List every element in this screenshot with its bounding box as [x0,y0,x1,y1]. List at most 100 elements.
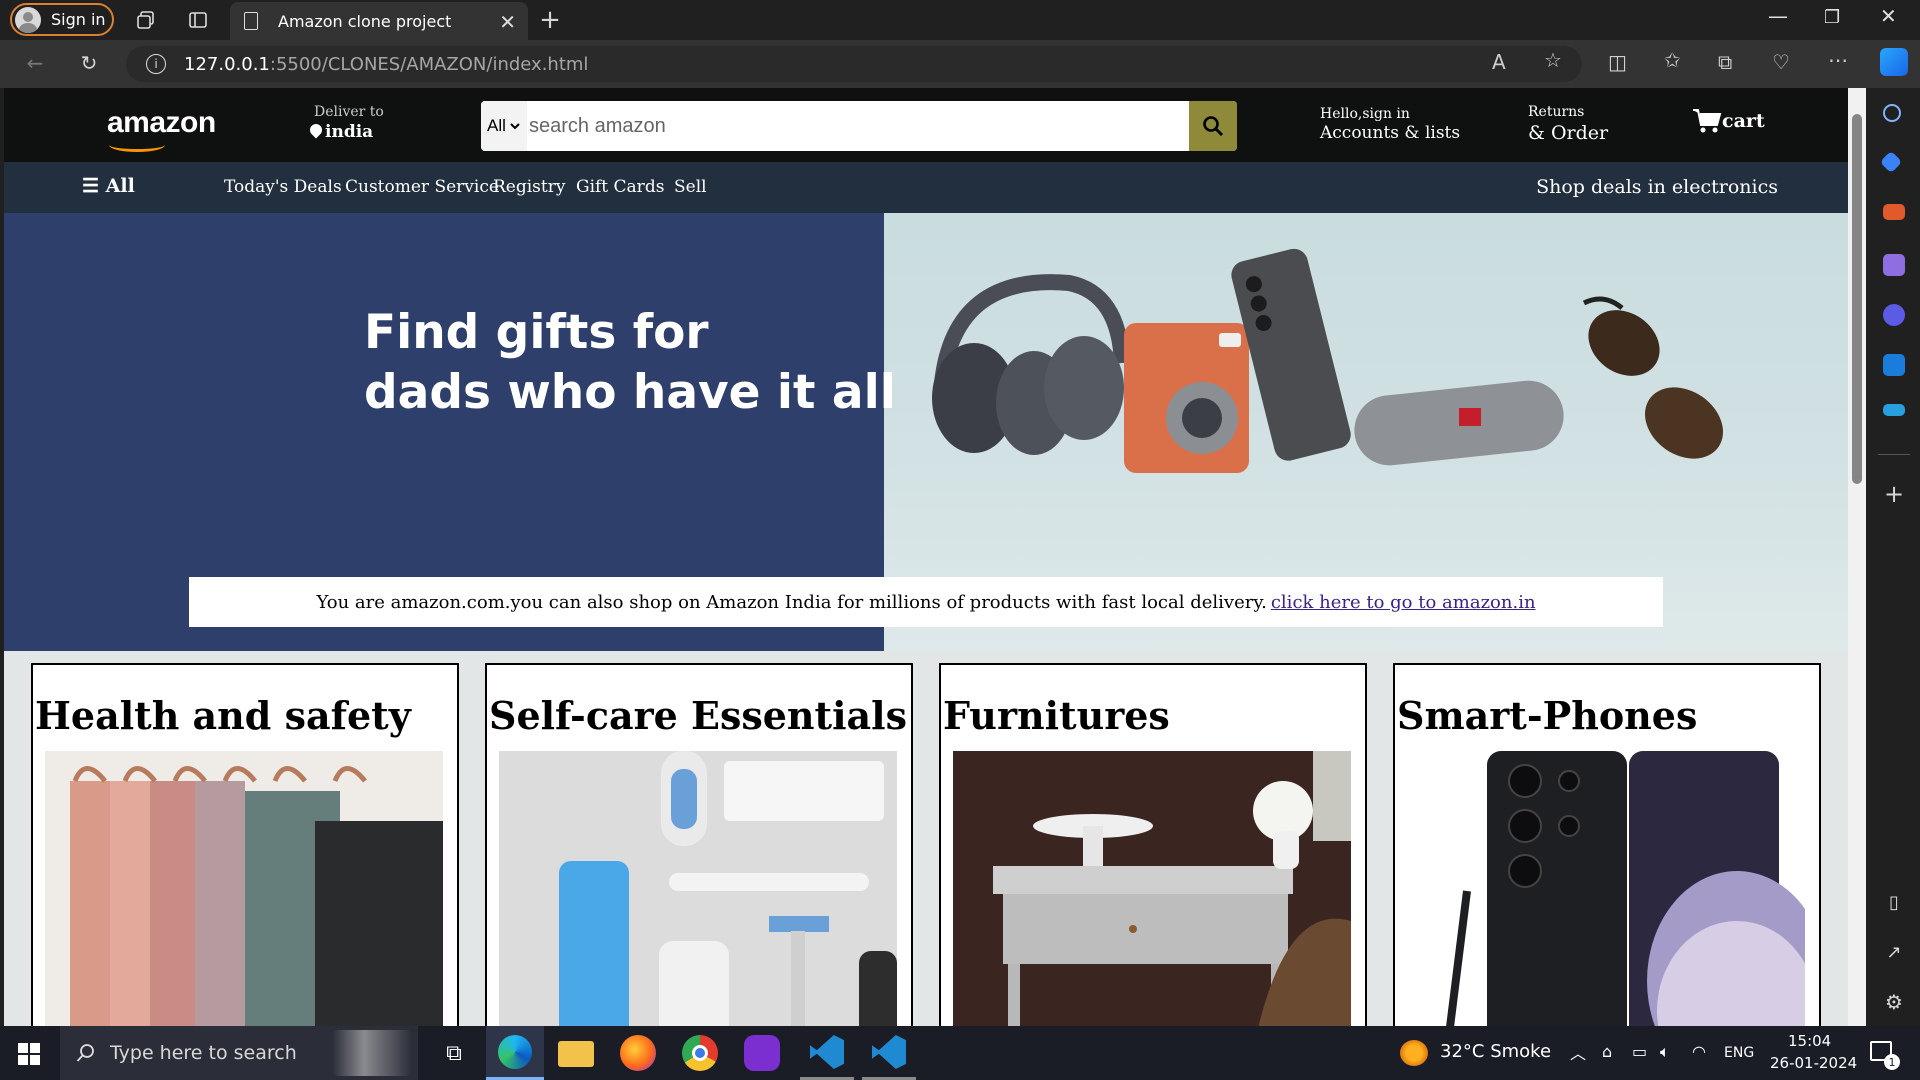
amazon-india-link[interactable]: click here to go to amazon.in [1271,592,1536,613]
outlook-icon[interactable] [1883,354,1905,376]
new-tab-icon[interactable]: + [538,5,562,35]
read-aloud-icon[interactable]: A [1492,50,1506,74]
subnav-todays-deals[interactable]: Today's Deals [224,177,342,197]
network-icon[interactable]: ◠ [1692,1042,1706,1061]
windows-taskbar: Type here to search ⧉ 32°C Smoke ︿ ⌂ ▭ 🔈… [0,1026,1920,1080]
browser-essentials-icon[interactable]: ♡ [1772,50,1790,74]
weather-smoke-icon[interactable] [1400,1040,1428,1066]
chrome-icon[interactable] [682,1035,718,1071]
cart-icon [1693,109,1722,133]
minimize-icon[interactable]: — [1768,4,1788,28]
deliver-to-label[interactable]: Deliver to [310,104,384,120]
card-title: Smart-Phones [1397,693,1698,738]
card-title: Self-care Essentials [489,693,907,738]
page-scrollbar[interactable] [1848,88,1866,1026]
category-card-furniture[interactable]: Furnitures [939,663,1367,1026]
windows-start-icon[interactable] [18,1043,40,1069]
profile-signin-button[interactable]: Sign in [10,3,114,36]
workspaces-icon[interactable] [134,8,158,32]
cart-label: cart [1722,110,1765,132]
search-icon [76,1044,94,1062]
back-icon[interactable]: ← [22,50,48,76]
volume-icon[interactable]: 🔈︎ [1660,1042,1670,1062]
category-cards: Health and safety Self-care Essentials F… [4,663,1848,1026]
search-input[interactable] [527,101,1189,151]
address-bar[interactable]: i 127.0.0.1:5500/CLONES/AMAZON/index.htm… [126,46,1582,82]
browser-tabbar: Sign in Amazon clone project ✕ + — ❐ ✕ [0,0,1920,40]
drop-icon[interactable] [1883,404,1905,416]
task-view-icon[interactable]: ⧉ [436,1035,472,1071]
cart-button[interactable]: cart [1692,108,1765,134]
account-greeting[interactable]: Hello,sign in [1320,106,1410,122]
subnav-customer-service[interactable]: Customer Service [345,177,499,197]
more-menu-icon[interactable]: ⋯ [1828,48,1848,72]
profile-avatar-icon [15,6,41,33]
tor-browser-icon[interactable] [744,1035,780,1071]
subnav-registry[interactable]: Registry [493,177,565,197]
file-explorer-icon[interactable] [558,1041,594,1067]
category-card-health[interactable]: Health and safety [31,663,459,1026]
orders-link[interactable]: & Order [1528,122,1608,144]
site-info-icon[interactable]: i [146,54,166,74]
restore-icon[interactable]: ❐ [1824,7,1840,28]
weather-text[interactable]: 32°C Smoke [1440,1041,1551,1062]
taskbar-vscode-1[interactable] [800,1026,854,1080]
returns-label[interactable]: Returns [1528,104,1584,120]
url-host: 127.0.0.1 [184,53,270,75]
games-icon[interactable] [1883,254,1905,276]
search-category-select[interactable]: All [481,101,527,151]
all-menu-button[interactable]: ☰ All [82,175,135,197]
taskbar-search[interactable]: Type here to search [60,1026,418,1080]
add-sidebar-app-icon[interactable]: + [1882,480,1906,508]
device-icon[interactable]: ⌂ [1602,1042,1612,1061]
open-external-icon[interactable]: ↗ [1882,940,1906,964]
taskbar-vscode-2[interactable] [862,1026,916,1080]
shop-electronics-deals-link[interactable]: Shop deals in electronics [1536,176,1778,198]
amazon-india-notice: You are amazon.com.you can also shop on … [189,577,1663,627]
vscode-icon [810,1035,844,1069]
sunglasses-image [1582,296,1723,459]
microsoft-365-icon[interactable] [1883,304,1905,326]
collections-icon[interactable]: ⧉ [1718,50,1732,74]
subnav-gift-cards[interactable]: Gift Cards [576,177,664,197]
clock-date[interactable]: 26-01-2024 [1770,1054,1857,1072]
hamburger-icon: ☰ [82,175,100,197]
close-window-icon[interactable]: ✕ [1880,4,1897,28]
tab-actions-icon[interactable] [186,8,210,32]
favorite-star-icon[interactable]: ☆ [1544,48,1562,72]
battery-icon[interactable]: ▭ [1632,1042,1647,1061]
deliver-location[interactable]: india [310,122,373,142]
account-lists-link[interactable]: Accounts & lists [1320,123,1460,143]
search-highlight-image [332,1030,412,1076]
web-page: amazon Deliver to india All Hello,sign i… [4,88,1848,1026]
url-path: :5500/CLONES/AMAZON/index.html [269,53,589,75]
language-indicator[interactable]: ENG [1724,1045,1754,1061]
category-card-smartphones[interactable]: Smart-Phones [1393,663,1821,1026]
firefox-icon[interactable] [620,1035,656,1071]
amazon-logo[interactable]: amazon [107,106,216,140]
show-hidden-icons-chevron[interactable]: ︿ [1570,1040,1586,1064]
copilot-icon[interactable] [1880,48,1908,76]
subnav-sell[interactable]: Sell [674,177,707,197]
search-button[interactable] [1189,101,1237,151]
tools-icon[interactable] [1883,204,1905,220]
settings-gear-icon[interactable]: ⚙ [1882,990,1906,1014]
tab-amazon-clone[interactable]: Amazon clone project ✕ [230,2,528,40]
clock-time[interactable]: 15:04 [1788,1032,1831,1050]
category-card-self-care[interactable]: Self-care Essentials [485,663,913,1026]
headphones-image [932,274,1130,455]
hero-banner[interactable]: Find gifts for dads who have it all You … [4,213,1848,651]
search-icon[interactable] [1883,104,1901,122]
hide-sidebar-icon[interactable]: ▯ [1882,890,1906,914]
sub-navigation: ☰ All Today's Deals Customer Service Reg… [4,162,1848,213]
favorites-icon[interactable]: ✩ [1664,48,1681,72]
shopping-tag-icon[interactable] [1879,150,1903,174]
scrollbar-thumb[interactable] [1852,114,1862,484]
search-bar: All [481,101,1237,151]
close-tab-icon[interactable]: ✕ [499,10,516,34]
split-screen-icon[interactable]: ◫ [1608,50,1627,74]
taskbar-edge-active[interactable] [486,1026,544,1080]
browser-sidebar: + ▯ ↗ ⚙ [1866,88,1920,1026]
refresh-icon[interactable]: ↻ [76,50,102,76]
card-title: Health and safety [35,693,411,738]
